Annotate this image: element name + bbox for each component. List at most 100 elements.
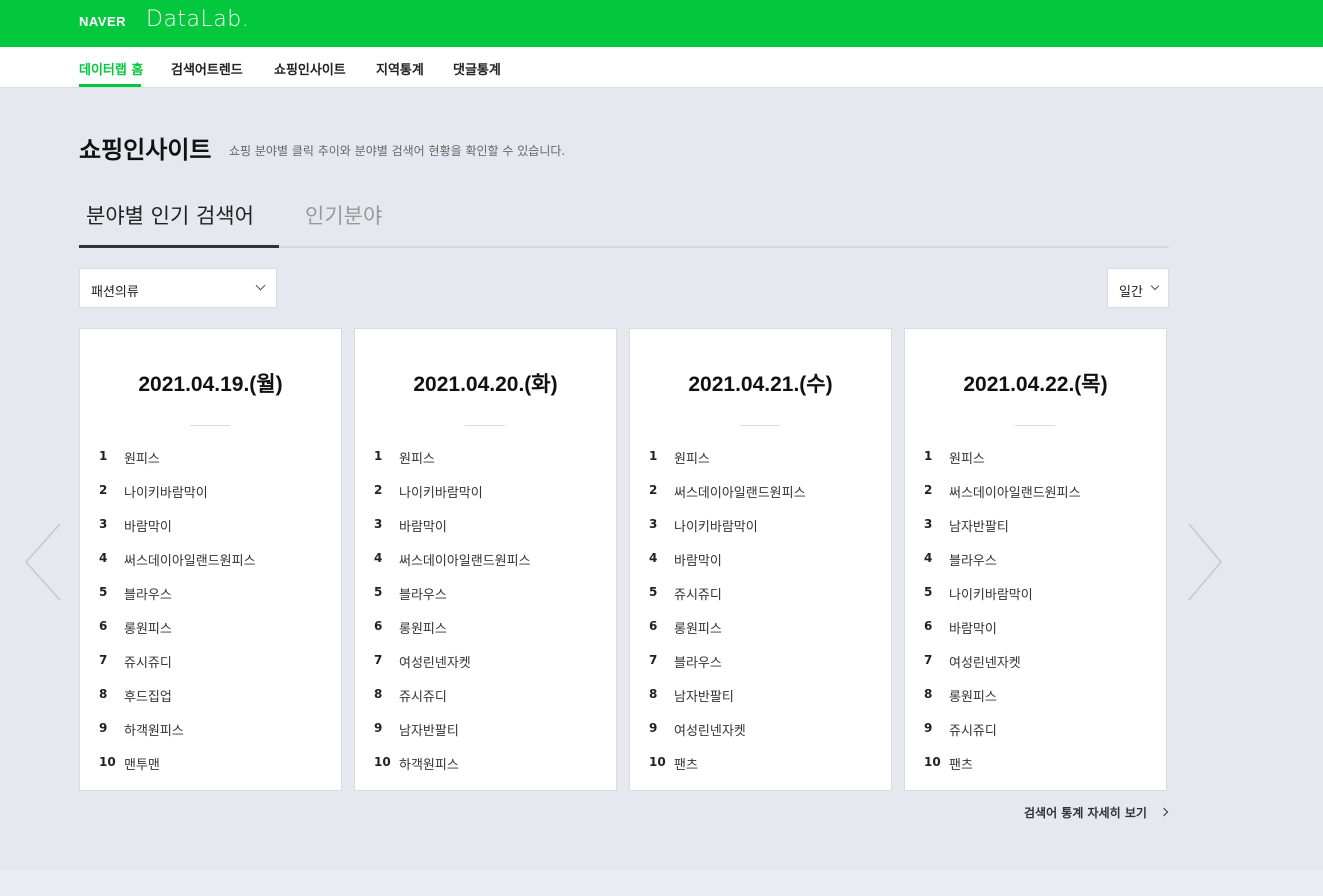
rank-keyword[interactable]: 하객원피스 (124, 720, 184, 739)
rank-keyword[interactable]: 바람막이 (949, 618, 997, 637)
rank-row[interactable]: 7 여성린넨자켓 (905, 648, 1166, 682)
rank-row[interactable]: 5 나이키바람막이 (905, 580, 1166, 614)
rank-row[interactable]: 8 쥬시쥬디 (355, 682, 616, 716)
rank-keyword[interactable]: 하객원피스 (399, 754, 459, 773)
rank-row[interactable]: 7 쥬시쥬디 (80, 648, 341, 682)
rank-keyword[interactable]: 남자반팔티 (674, 686, 734, 705)
rank-row[interactable]: 10 팬츠 (905, 750, 1166, 784)
rank-keyword[interactable]: 써스데이아일랜드원피스 (674, 482, 806, 501)
rank-row[interactable]: 9 하객원피스 (80, 716, 341, 750)
rank-keyword[interactable]: 바람막이 (124, 516, 172, 535)
rank-row[interactable]: 2 써스데이아일랜드원피스 (630, 478, 891, 512)
rank-row[interactable]: 6 롱원피스 (355, 614, 616, 648)
rank-keyword[interactable]: 블라우스 (674, 652, 722, 671)
rank-keyword[interactable]: 팬츠 (674, 754, 698, 773)
rank-keyword[interactable]: 남자반팔티 (399, 720, 459, 739)
rank-row[interactable]: 3 바람막이 (355, 512, 616, 546)
rank-keyword[interactable]: 여성린넨자켓 (674, 720, 746, 739)
tab-active-indicator (79, 245, 279, 248)
rank-keyword[interactable]: 나이키바람막이 (399, 482, 483, 501)
rank-row[interactable]: 5 블라우스 (355, 580, 616, 614)
rank-row[interactable]: 7 블라우스 (630, 648, 891, 682)
rank-keyword[interactable]: 롱원피스 (949, 686, 997, 705)
rank-keyword[interactable]: 써스데이아일랜드원피스 (124, 550, 256, 569)
rank-row[interactable]: 1 원피스 (355, 444, 616, 478)
rank-keyword[interactable]: 후드집업 (124, 686, 172, 705)
rank-row[interactable]: 1 원피스 (905, 444, 1166, 478)
nav-item-comment-stats[interactable]: 댓글통계 (453, 59, 501, 78)
category-select[interactable]: 패션의류 (79, 268, 277, 308)
nav-item-regional-stats[interactable]: 지역통계 (376, 59, 424, 78)
rank-row[interactable]: 7 여성린넨자켓 (355, 648, 616, 682)
rank-row[interactable]: 8 남자반팔티 (630, 682, 891, 716)
rank-number: 7 (924, 653, 933, 667)
rank-keyword[interactable]: 쥬시쥬디 (674, 584, 722, 603)
rank-keyword[interactable]: 블라우스 (399, 584, 447, 603)
rank-number: 10 (924, 755, 941, 769)
rank-row[interactable]: 1 원피스 (80, 444, 341, 478)
prev-arrow-button[interactable] (20, 520, 68, 604)
rank-row[interactable]: 9 여성린넨자켓 (630, 716, 891, 750)
rank-row[interactable]: 6 롱원피스 (630, 614, 891, 648)
rank-keyword[interactable]: 롱원피스 (674, 618, 722, 637)
rank-row[interactable]: 6 롱원피스 (80, 614, 341, 648)
rank-keyword[interactable]: 쥬시쥬디 (399, 686, 447, 705)
rank-keyword[interactable]: 원피스 (949, 448, 985, 467)
rank-row[interactable]: 3 남자반팔티 (905, 512, 1166, 546)
datalab-logo[interactable]: DataLab. (146, 7, 249, 32)
rank-keyword[interactable]: 여성린넨자켓 (949, 652, 1021, 671)
rank-row[interactable]: 4 바람막이 (630, 546, 891, 580)
rank-row[interactable]: 3 나이키바람막이 (630, 512, 891, 546)
rank-row[interactable]: 2 써스데이아일랜드원피스 (905, 478, 1166, 512)
rank-row[interactable]: 4 블라우스 (905, 546, 1166, 580)
rank-row[interactable]: 8 롱원피스 (905, 682, 1166, 716)
card-date: 2021.04.20.(화) (413, 373, 558, 396)
rank-row[interactable]: 2 나이키바람막이 (80, 478, 341, 512)
rank-row[interactable]: 10 하객원피스 (355, 750, 616, 784)
rank-keyword[interactable]: 나이키바람막이 (949, 584, 1033, 603)
rank-row[interactable]: 3 바람막이 (80, 512, 341, 546)
rank-row[interactable]: 1 원피스 (630, 444, 891, 478)
next-arrow-button[interactable] (1183, 520, 1231, 604)
tab-popular-categories[interactable]: 인기분야 (305, 200, 382, 230)
rank-row[interactable]: 5 쥬시쥬디 (630, 580, 891, 614)
nav-item-datalab-home[interactable]: 데이터랩 홈 (79, 59, 143, 78)
rank-row[interactable]: 9 남자반팔티 (355, 716, 616, 750)
rank-row[interactable]: 4 써스데이아일랜드원피스 (355, 546, 616, 580)
rank-number: 9 (649, 721, 658, 735)
rank-keyword[interactable]: 여성린넨자켓 (399, 652, 471, 671)
period-select[interactable]: 일간 (1107, 268, 1169, 308)
rank-keyword[interactable]: 바람막이 (399, 516, 447, 535)
rank-keyword[interactable]: 써스데이아일랜드원피스 (949, 482, 1081, 501)
rank-keyword[interactable]: 쥬시쥬디 (949, 720, 997, 739)
rank-row[interactable]: 2 나이키바람막이 (355, 478, 616, 512)
rank-row[interactable]: 10 맨투맨 (80, 750, 341, 784)
rank-keyword[interactable]: 원피스 (124, 448, 160, 467)
rank-keyword[interactable]: 쥬시쥬디 (124, 652, 172, 671)
rank-keyword[interactable]: 바람막이 (674, 550, 722, 569)
keyword-stats-detail-link[interactable]: 검색어 통계 자세히 보기 (1024, 804, 1147, 821)
rank-row[interactable]: 6 바람막이 (905, 614, 1166, 648)
rank-keyword[interactable]: 롱원피스 (399, 618, 447, 637)
rank-keyword[interactable]: 블라우스 (949, 550, 997, 569)
rank-row[interactable]: 4 써스데이아일랜드원피스 (80, 546, 341, 580)
rank-keyword[interactable]: 맨투맨 (124, 754, 160, 773)
rank-keyword[interactable]: 원피스 (399, 448, 435, 467)
naver-logo[interactable]: NAVER (79, 14, 126, 29)
rank-keyword[interactable]: 팬츠 (949, 754, 973, 773)
rank-keyword[interactable]: 남자반팔티 (949, 516, 1009, 535)
rank-keyword[interactable]: 롱원피스 (124, 618, 172, 637)
rank-row[interactable]: 10 팬츠 (630, 750, 891, 784)
rank-row[interactable]: 9 쥬시쥬디 (905, 716, 1166, 750)
rank-number: 7 (374, 653, 383, 667)
rank-keyword[interactable]: 원피스 (674, 448, 710, 467)
rank-keyword[interactable]: 써스데이아일랜드원피스 (399, 550, 531, 569)
rank-keyword[interactable]: 나이키바람막이 (124, 482, 208, 501)
rank-row[interactable]: 5 블라우스 (80, 580, 341, 614)
nav-item-search-trend[interactable]: 검색어트렌드 (171, 59, 243, 78)
rank-row[interactable]: 8 후드집업 (80, 682, 341, 716)
tab-popular-keywords[interactable]: 분야별 인기 검색어 (86, 200, 254, 230)
nav-item-shopping-insight[interactable]: 쇼핑인사이트 (274, 59, 346, 78)
rank-keyword[interactable]: 나이키바람막이 (674, 516, 758, 535)
rank-keyword[interactable]: 블라우스 (124, 584, 172, 603)
